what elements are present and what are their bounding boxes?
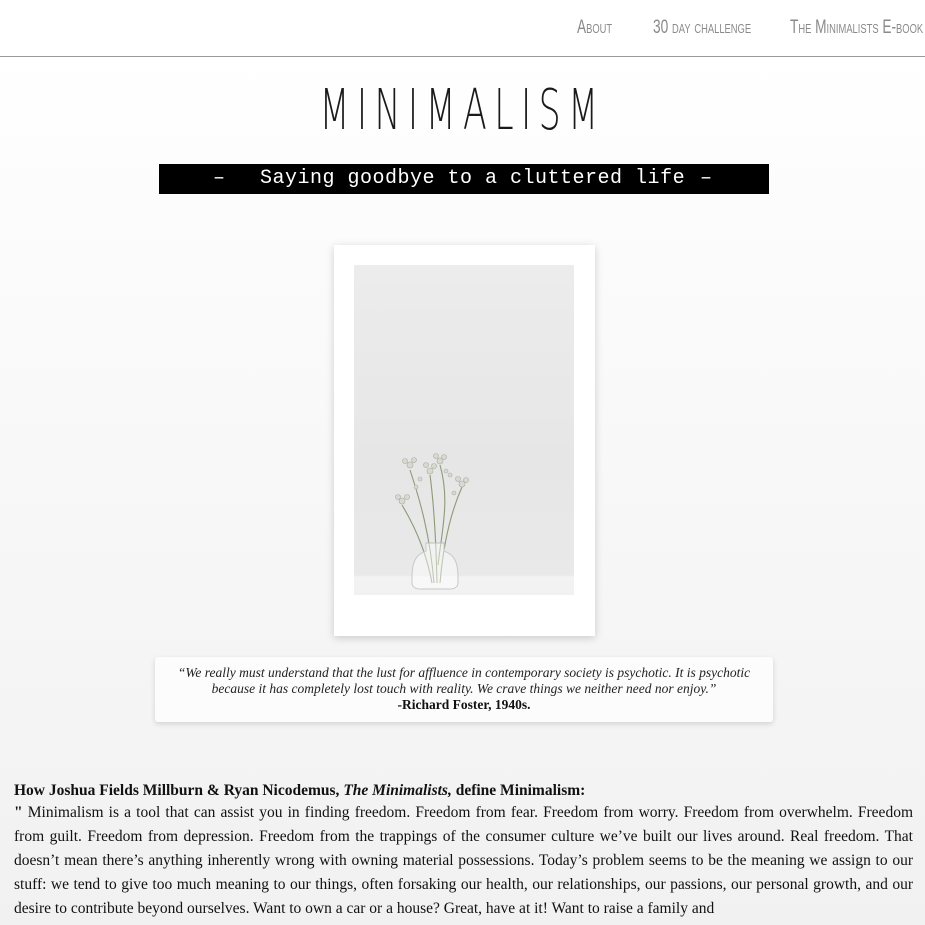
- article-heading-prefix: How Joshua Fields Millburn & Ryan Nicode…: [14, 782, 344, 799]
- site-title: Minimalism: [319, 78, 606, 143]
- article-heading-suffix: define Minimalism:: [451, 782, 586, 799]
- quote-author: -Richard Foster, 1940s.: [397, 697, 531, 712]
- quote-text: “We really must understand that the lust…: [177, 665, 751, 696]
- tagline-banner: – Saying goodbye to a cluttered life –: [159, 164, 769, 194]
- flower-vase-icon: [395, 453, 469, 590]
- article-body: " Minimalism is a tool that can assist y…: [14, 801, 913, 921]
- hero-photo-frame: [334, 245, 595, 636]
- nav-link-30-day-challenge[interactable]: 30 day challenge: [653, 17, 751, 39]
- tagline-dash-right: –: [700, 167, 713, 190]
- open-quote-mark: ": [14, 804, 23, 821]
- top-navigation: About 30 day challenge The Minimalists E…: [0, 0, 925, 57]
- article-heading: How Joshua Fields Millburn & Ryan Nicode…: [14, 781, 913, 801]
- article-heading-italic: The Minimalists,: [343, 782, 452, 799]
- article-body-text: Minimalism is a tool that can assist you…: [14, 804, 913, 917]
- nav-link-ebook[interactable]: The Minimalists E-book: [790, 17, 923, 39]
- nav-link-about[interactable]: About: [577, 17, 612, 39]
- tagline-text: Saying goodbye to a cluttered life: [260, 167, 686, 190]
- article-section: How Joshua Fields Millburn & Ryan Nicode…: [14, 781, 913, 921]
- quote-card: “We really must understand that the lust…: [155, 657, 773, 722]
- flower-vase-photo: [354, 265, 574, 595]
- tagline-dash-left: –: [213, 167, 226, 190]
